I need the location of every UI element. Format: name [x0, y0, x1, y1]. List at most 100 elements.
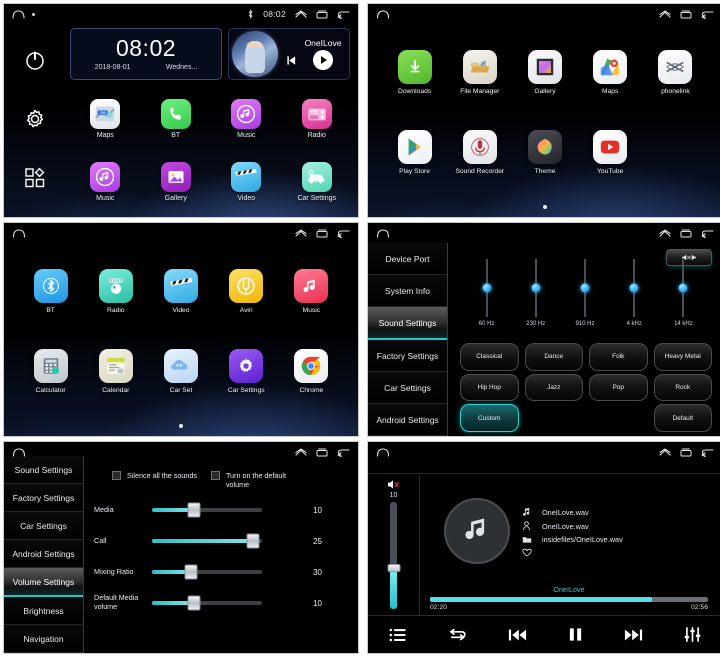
preset-folk[interactable]: Folk	[589, 343, 648, 371]
progress-bar[interactable]	[430, 597, 708, 602]
playlist-button[interactable]	[389, 628, 407, 642]
sidebar-item-navigation[interactable]: Navigation	[4, 625, 83, 653]
app-music[interactable]: Music	[279, 268, 344, 314]
app-radio[interactable]: Radio	[83, 268, 148, 314]
back-icon[interactable]	[701, 229, 714, 238]
app-downloads[interactable]: Downloads	[382, 49, 447, 95]
app-play-store[interactable]: Play Store	[382, 130, 447, 175]
app-chrome[interactable]: Chrome	[279, 349, 344, 394]
app-music-1[interactable]: Music	[211, 88, 282, 151]
eq-band[interactable]: 14 kHz	[659, 259, 708, 337]
apps-grid-icon[interactable]	[22, 165, 48, 191]
chevron-up-icon[interactable]	[659, 228, 671, 238]
app-radio[interactable]: 108.20 Radio	[282, 88, 353, 151]
volume-slider[interactable]	[387, 502, 400, 609]
next-track-button[interactable]	[349, 55, 350, 66]
sidebar-item-android-settings[interactable]: Android Settings	[368, 404, 447, 436]
mixing-ratio-slider[interactable]	[152, 564, 262, 580]
recents-icon[interactable]	[680, 229, 692, 238]
eq-band[interactable]: 910 Hz	[560, 259, 609, 337]
app-calendar[interactable]: Calendar	[83, 349, 148, 394]
gear-icon[interactable]	[22, 106, 48, 132]
preset-default[interactable]: Default	[653, 404, 712, 432]
call-slider[interactable]	[152, 533, 262, 549]
recents-icon[interactable]	[316, 229, 328, 238]
home-icon[interactable]	[376, 228, 390, 238]
back-icon[interactable]	[701, 10, 714, 19]
app-avin[interactable]: Avin	[214, 268, 279, 314]
recents-icon[interactable]	[316, 10, 328, 19]
eq-band[interactable]: 60 Hz	[462, 259, 511, 337]
chevron-up-icon[interactable]	[295, 228, 307, 238]
chevron-up-icon[interactable]	[295, 447, 307, 457]
prev-track-button[interactable]	[286, 55, 297, 66]
previous-button[interactable]	[508, 628, 527, 642]
app-bt[interactable]: BT	[141, 88, 212, 151]
preset-rock[interactable]: Rock	[653, 373, 712, 402]
back-icon[interactable]	[337, 10, 350, 19]
preset-pop[interactable]: Pop	[589, 373, 648, 402]
sidebar-item-brightness[interactable]: Brightness	[4, 597, 83, 625]
app-gallery[interactable]: Gallery	[141, 151, 212, 214]
home-icon[interactable]	[12, 9, 25, 19]
back-icon[interactable]	[337, 229, 350, 238]
sidebar-item-factory-settings[interactable]: Factory Settings	[368, 340, 447, 372]
app-theme[interactable]: Theme	[512, 130, 577, 175]
power-icon[interactable]	[22, 47, 48, 73]
home-icon[interactable]	[12, 447, 26, 457]
music-widget[interactable]: OneILove	[228, 28, 350, 80]
eq-band[interactable]: 230 Hz	[511, 259, 560, 337]
media-slider[interactable]	[152, 502, 262, 518]
app-video[interactable]: Video	[211, 151, 282, 214]
checkbox-default-volume[interactable]: Turn on the default volume	[210, 471, 298, 489]
checkbox-box[interactable]	[112, 471, 121, 480]
chevron-up-icon[interactable]	[659, 447, 671, 457]
equalizer-button[interactable]	[684, 627, 701, 642]
preset-dance[interactable]: Dance	[524, 343, 583, 371]
heart-icon[interactable]	[522, 548, 533, 557]
sidebar-item-device-port[interactable]: Device Port	[368, 243, 447, 275]
app-car-set[interactable]: Car Set	[148, 349, 213, 394]
play-button[interactable]	[313, 50, 333, 70]
pause-button[interactable]	[568, 627, 583, 642]
eq-band[interactable]: 4 kHz	[610, 259, 659, 337]
app-car-settings[interactable]: Car Settings	[282, 151, 353, 214]
meta-row-favorite[interactable]	[522, 548, 714, 557]
back-icon[interactable]	[701, 448, 714, 457]
sidebar-item-factory-settings[interactable]: Factory Settings	[4, 484, 83, 512]
app-youtube[interactable]: YouTube	[578, 130, 643, 175]
app-phonelink[interactable]: phonelink	[643, 49, 708, 95]
checkbox-box[interactable]	[210, 471, 220, 480]
sidebar-item-car-settings[interactable]: Car Settings	[368, 372, 447, 404]
sidebar-item-android-settings[interactable]: Android Settings	[4, 540, 83, 568]
app-music-2[interactable]: Music	[70, 151, 141, 214]
recents-icon[interactable]	[680, 10, 692, 19]
next-button[interactable]	[624, 628, 643, 642]
preset-jazz[interactable]: Jazz	[524, 373, 583, 402]
clock-widget[interactable]: 08:02 2018-08-01 Wednes...	[70, 28, 222, 80]
chevron-up-icon[interactable]	[295, 9, 307, 19]
repeat-button[interactable]	[448, 627, 467, 643]
home-icon[interactable]	[376, 447, 390, 457]
sidebar-item-sound-settings[interactable]: Sound Settings	[368, 307, 447, 340]
checkbox-silence-all[interactable]: Silence all the sounds	[112, 471, 197, 489]
preset-heavy-metal[interactable]: Heavy Metal	[653, 343, 712, 371]
home-icon[interactable]	[12, 228, 26, 238]
preset-classical[interactable]: Classical	[460, 343, 519, 371]
home-icon[interactable]	[376, 9, 390, 19]
sidebar-item-volume-settings[interactable]: Volume Settings	[4, 568, 83, 597]
sidebar-item-system-info[interactable]: System Info	[368, 275, 447, 307]
app-bt[interactable]: BT	[18, 268, 83, 314]
app-file-manager[interactable]: File Manager	[447, 49, 512, 95]
mute-icon[interactable]	[387, 479, 400, 490]
back-icon[interactable]	[337, 448, 350, 457]
chevron-up-icon[interactable]	[659, 9, 671, 19]
recents-icon[interactable]	[680, 448, 692, 457]
app-maps[interactable]: Maps	[578, 49, 643, 95]
app-gallery[interactable]: Gallery	[512, 49, 577, 95]
app-sound-recorder[interactable]: Sound Recorder	[447, 130, 512, 175]
preset-custom[interactable]: Custom	[460, 404, 519, 432]
sidebar-item-car-settings[interactable]: Car Settings	[4, 512, 83, 540]
app-video[interactable]: Video	[148, 268, 213, 314]
app-car-settings[interactable]: Car Settings	[214, 349, 279, 394]
